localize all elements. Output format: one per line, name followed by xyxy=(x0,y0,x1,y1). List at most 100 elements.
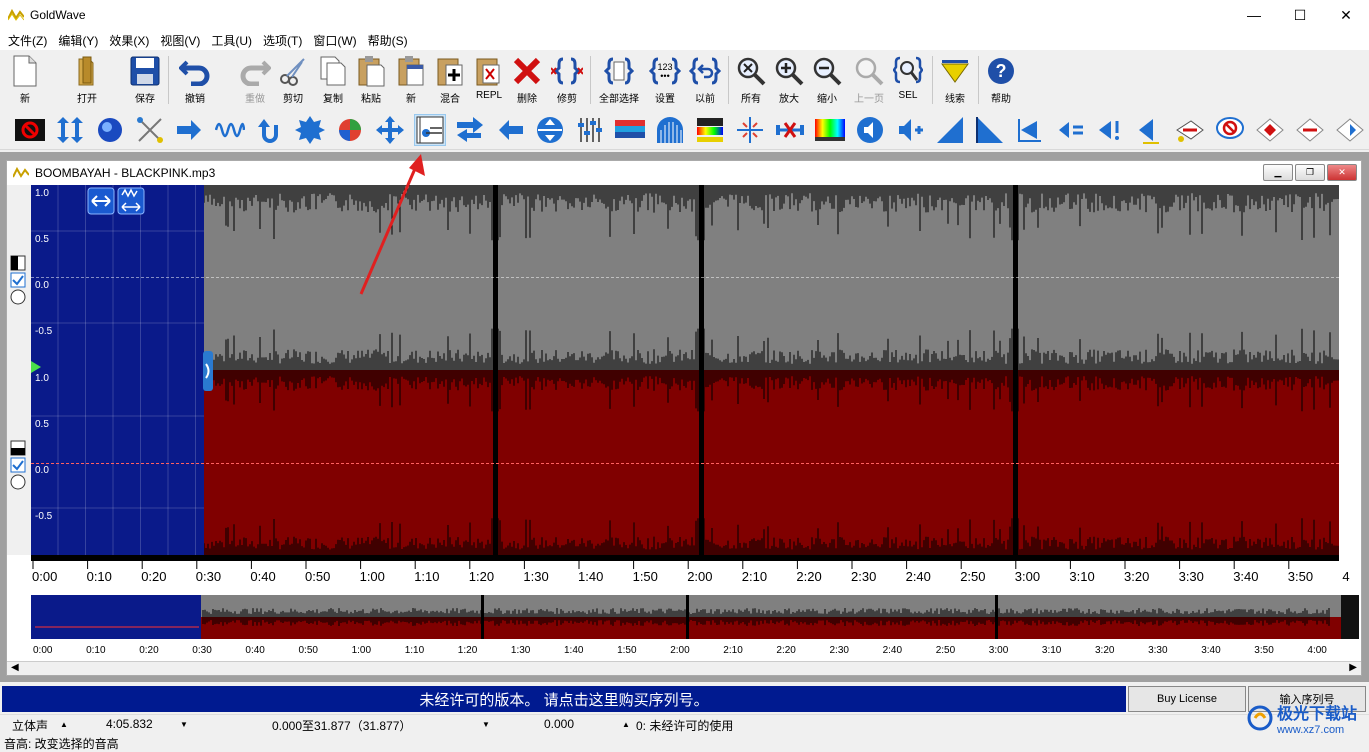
expand-effect-button[interactable] xyxy=(54,114,86,146)
playback-rate-effect-button[interactable] xyxy=(454,114,486,146)
eq-preview-effect-button[interactable] xyxy=(694,114,726,146)
time-warp-icon xyxy=(776,122,804,138)
shape-volume-effect-button[interactable] xyxy=(1134,114,1166,146)
invert-effect-button[interactable] xyxy=(254,114,286,146)
auto-gain-effect-button[interactable] xyxy=(1094,114,1126,146)
horizontal-scrollbar[interactable]: ◀ ▶ xyxy=(7,661,1361,675)
stop-effect-button-2[interactable] xyxy=(1214,114,1246,146)
zoom-previous-button[interactable]: 上一页 xyxy=(850,54,888,108)
spectrogram-effect-button[interactable] xyxy=(814,114,846,146)
spectrum-filter-effect-button[interactable] xyxy=(614,114,646,146)
filter-effect-button[interactable] xyxy=(214,114,246,146)
zoom-out-button[interactable]: 缩小 xyxy=(808,54,846,108)
zoom-in-button[interactable]: 放大 xyxy=(770,54,808,108)
zoom-selection-icon xyxy=(893,56,923,84)
cue-button[interactable]: 线索 xyxy=(936,54,974,108)
pan-effect-button[interactable] xyxy=(1174,114,1206,146)
bandpass-icon xyxy=(657,117,683,143)
channel-mixer-effect-button[interactable] xyxy=(1254,114,1286,146)
mix-button[interactable]: 混合 xyxy=(431,54,469,108)
time-ruler[interactable]: 0:00 0:10 0:20 0:30 0:40 0:50 1:00 1:10 1:20 1:30… xyxy=(31,555,1350,591)
paste-new-button[interactable]: 新 xyxy=(392,54,430,108)
resample-effect-button[interactable] xyxy=(534,114,566,146)
open-button[interactable]: 打开 xyxy=(68,54,106,108)
ruler-label: 2:20 xyxy=(796,569,822,584)
scroll-right-icon[interactable]: ▶ xyxy=(1349,662,1357,673)
stereo-effect-button[interactable] xyxy=(1294,114,1326,146)
channel-left-toggle-icon[interactable] xyxy=(10,255,26,305)
cut-button[interactable]: 剪切 xyxy=(274,54,312,108)
volume-change-effect-button[interactable] xyxy=(894,114,926,146)
matcher-effect-button[interactable] xyxy=(1014,114,1046,146)
copy-button[interactable]: 复制 xyxy=(314,54,352,108)
zoom-all-button[interactable]: 所有 xyxy=(732,54,770,108)
menu-window[interactable]: 窗口(W) xyxy=(309,32,360,49)
overview-bar[interactable] xyxy=(31,593,1359,641)
selection-end-marker-icon[interactable] xyxy=(202,350,216,392)
overview-ruler-label: 0:20 xyxy=(139,645,159,656)
redo-button[interactable]: 重做 xyxy=(236,54,274,108)
bandpass-effect-button[interactable] xyxy=(654,114,686,146)
menu-file[interactable]: 文件(Z) xyxy=(4,32,51,49)
swap-channels-effect-button[interactable] xyxy=(1334,114,1366,146)
new-button[interactable]: 新 xyxy=(6,54,44,108)
mechanize-effect-button[interactable] xyxy=(334,114,366,146)
stop-speech-icon xyxy=(1216,117,1244,139)
channel-mode-arrow-icon[interactable]: ▲ xyxy=(60,720,68,729)
doc-close-button[interactable]: ✕ xyxy=(1327,164,1357,181)
echo-effect-button[interactable] xyxy=(94,114,126,146)
save-icon xyxy=(130,56,160,86)
noise-reduction-effect-button[interactable] xyxy=(374,114,406,146)
scroll-left-icon[interactable]: ◀ xyxy=(11,662,19,673)
doc-restore-button[interactable]: ❐ xyxy=(1295,164,1325,181)
reverse-effect-button[interactable] xyxy=(494,114,526,146)
select-all-button[interactable]: 全部选择 xyxy=(599,54,639,108)
set-button[interactable]: 123 ••• 设置 xyxy=(646,54,684,108)
selection-dropdown-icon[interactable]: ▼ xyxy=(482,720,490,729)
menu-edit[interactable]: 编辑(Y) xyxy=(54,32,102,49)
previous-selection-button[interactable]: 以前 xyxy=(686,54,724,108)
fade-in-effect-button[interactable] xyxy=(934,114,966,146)
volume-down-effect-button[interactable] xyxy=(854,114,886,146)
menu-view[interactable]: 视图(V) xyxy=(156,32,204,49)
rate-arrows-icon xyxy=(457,117,483,142)
offset-effect-button[interactable] xyxy=(174,114,206,146)
silence-reduction-effect-button[interactable] xyxy=(734,114,766,146)
paste-button[interactable]: 粘贴 xyxy=(352,54,390,108)
delete-button[interactable]: 删除 xyxy=(508,54,546,108)
channel-right-toggle-icon[interactable] xyxy=(10,440,26,490)
ruler-label: 2:00 xyxy=(687,569,713,584)
position-arrow-icon[interactable]: ▲ xyxy=(622,720,630,729)
equalizer-effect-button[interactable] xyxy=(574,114,606,146)
trim-button[interactable]: 修剪 xyxy=(548,54,586,108)
zoom-handles-icon[interactable] xyxy=(87,187,147,215)
menu-options[interactable]: 选项(T) xyxy=(259,32,306,49)
maximize-button[interactable]: ☐ xyxy=(1277,0,1323,30)
license-message[interactable]: 未经许可的版本。 请点击这里购买序列号。 xyxy=(2,686,1126,712)
stop-effect-button[interactable] xyxy=(14,114,46,146)
maximize-volume-effect-button[interactable] xyxy=(1054,114,1086,146)
redo-icon xyxy=(240,60,271,86)
undo-button[interactable]: 撤销 xyxy=(176,54,214,108)
save-button[interactable]: 保存 xyxy=(126,54,164,108)
waveform-view[interactable]: 1.0 0.5 0.0 -0.5 1.0 0.5 0.0 -0.5 xyxy=(31,185,1339,555)
matcher-icon xyxy=(1018,119,1041,142)
overview-ruler-label: 4:00 xyxy=(1307,645,1327,656)
help-button[interactable]: ? 帮助 xyxy=(982,54,1020,108)
length-dropdown-icon[interactable]: ▼ xyxy=(180,720,188,729)
replace-button[interactable]: REPL xyxy=(470,54,508,108)
doppler-effect-button[interactable] xyxy=(134,114,166,146)
menu-tools[interactable]: 工具(U) xyxy=(207,32,256,49)
menu-effect[interactable]: 效果(X) xyxy=(105,32,153,49)
zoom-selection-button[interactable]: SEL xyxy=(889,54,927,108)
overview-time-ruler: 0:00 0:10 0:20 0:30 0:40 0:50 1:00 1:10 1:20 1:30… xyxy=(31,643,1359,661)
compressor-effect-button[interactable] xyxy=(294,114,326,146)
menu-help[interactable]: 帮助(S) xyxy=(364,32,412,49)
buy-license-button[interactable]: Buy License xyxy=(1128,686,1246,712)
pitch-effect-button[interactable] xyxy=(414,114,446,146)
close-button[interactable]: ✕ xyxy=(1323,0,1369,30)
time-warp-effect-button[interactable] xyxy=(774,114,806,146)
minimize-button[interactable]: — xyxy=(1231,0,1277,30)
fade-out-effect-button[interactable] xyxy=(974,114,1006,146)
doc-minimize-button[interactable]: ▁ xyxy=(1263,164,1293,181)
